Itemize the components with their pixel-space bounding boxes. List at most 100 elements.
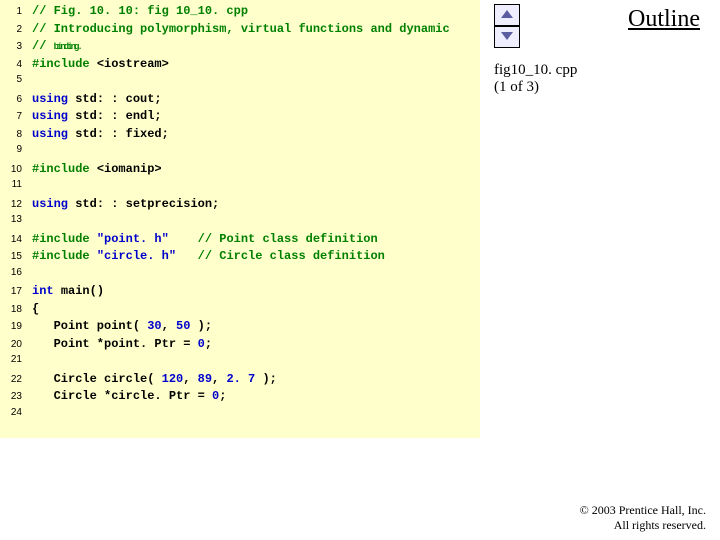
number: 30 (147, 319, 161, 333)
nav-buttons (494, 4, 520, 48)
comment: // Introducing polymorphism, virtual fun… (32, 22, 450, 36)
line-number: 16 (4, 267, 32, 278)
code-line: 15 #include "circle. h" // Circle class … (4, 249, 476, 267)
line-number: 18 (4, 304, 32, 315)
code-line: 17 int main() (4, 284, 476, 302)
code-text: int main() (32, 284, 104, 298)
line-number: 12 (4, 199, 32, 210)
right-panel: Outline fig10_10. cpp (1 of 3) © 2003 Pr… (480, 0, 720, 540)
chevron-up-icon (500, 6, 514, 24)
line-number: 14 (4, 234, 32, 245)
line-number: 2 (4, 24, 32, 35)
comment-overstrike: binding. (54, 42, 81, 52)
code-line: 18 { (4, 302, 476, 320)
code-ident: Point point( (32, 319, 147, 333)
code-text: Point point( 30, 50 ); (32, 319, 212, 333)
code-ident: , (212, 372, 226, 386)
code-line: 11 (4, 179, 476, 197)
code-line: 3 // binding. (4, 39, 476, 57)
line-number: 11 (4, 179, 32, 190)
line-number: 17 (4, 286, 32, 297)
code-text: // binding. (32, 39, 81, 53)
code-text: Circle *circle. Ptr = 0; (32, 389, 226, 403)
line-number: 4 (4, 59, 32, 70)
code-line: 24 (4, 407, 476, 425)
preproc: #include (32, 162, 97, 176)
code-text: #include <iostream> (32, 57, 169, 71)
code-line: 22 Circle circle( 120, 89, 2. 7 ); (4, 372, 476, 390)
comment: // Circle class definition (198, 249, 385, 263)
pad (176, 249, 198, 263)
slide: 1 // Fig. 10. 10: fig 10_10. cpp 2 // In… (0, 0, 720, 540)
line-number: 8 (4, 129, 32, 140)
number: 0 (198, 337, 205, 351)
line-number: 19 (4, 321, 32, 332)
line-number: 6 (4, 94, 32, 105)
code-line: 12 using std: : setprecision; (4, 197, 476, 215)
code-line: 10 #include <iomanip> (4, 162, 476, 180)
code-text: using std: : fixed; (32, 127, 169, 141)
page-indicator: (1 of 3) (494, 79, 539, 95)
code-ident: std: : endl; (75, 109, 161, 123)
code-line: 2 // Introducing polymorphism, virtual f… (4, 22, 476, 40)
code-line: 6 using std: : cout; (4, 92, 476, 110)
include-target: <iostream> (97, 57, 169, 71)
code-ident: std: : fixed; (75, 127, 169, 141)
code-ident: , (162, 319, 176, 333)
code-text: using std: : cout; (32, 92, 162, 106)
number: 2. 7 (226, 372, 255, 386)
code-line: 21 (4, 354, 476, 372)
include-target: <iomanip> (97, 162, 162, 176)
code-line: 23 Circle *circle. Ptr = 0; (4, 389, 476, 407)
keyword: int (32, 284, 61, 298)
code-line: 1 // Fig. 10. 10: fig 10_10. cpp (4, 4, 476, 22)
code-text: Circle circle( 120, 89, 2. 7 ); (32, 372, 277, 386)
comment: // Fig. 10. 10: fig 10_10. cpp (32, 4, 248, 18)
line-number: 24 (4, 407, 32, 418)
next-button[interactable] (494, 26, 520, 48)
code-text: Point *point. Ptr = 0; (32, 337, 212, 351)
number: 50 (176, 319, 190, 333)
file-name: fig10_10. cpp (494, 62, 577, 78)
code-text: #include "circle. h" // Circle class def… (32, 249, 385, 263)
line-number: 22 (4, 374, 32, 385)
code-ident: ); (190, 319, 212, 333)
code-text: #include "point. h" // Point class defin… (32, 232, 378, 246)
line-number: 5 (4, 74, 32, 85)
code-ident: std: : setprecision; (75, 197, 219, 211)
code-text: using std: : setprecision; (32, 197, 219, 211)
brace: { (32, 302, 39, 316)
keyword: using (32, 92, 75, 106)
line-number: 21 (4, 354, 32, 365)
preproc: #include (32, 57, 97, 71)
code-ident: main() (61, 284, 104, 298)
line-number: 20 (4, 339, 32, 350)
comment: // (32, 39, 54, 53)
outline-heading: Outline (628, 6, 700, 33)
string: "circle. h" (97, 249, 176, 263)
code-block: 1 // Fig. 10. 10: fig 10_10. cpp 2 // In… (0, 0, 480, 438)
code-ident: , (183, 372, 197, 386)
copyright-line2: All rights reserved. (580, 518, 706, 532)
keyword: using (32, 197, 75, 211)
line-number: 1 (4, 6, 32, 17)
number: 120 (162, 372, 184, 386)
line-number: 10 (4, 164, 32, 175)
code-line: 13 (4, 214, 476, 232)
code-ident: std: : cout; (75, 92, 161, 106)
code-ident: ); (255, 372, 277, 386)
line-number: 15 (4, 251, 32, 262)
code-line: 19 Point point( 30, 50 ); (4, 319, 476, 337)
line-number: 9 (4, 144, 32, 155)
code-ident: Point *point. Ptr = (32, 337, 198, 351)
copyright-line1: © 2003 Prentice Hall, Inc. (580, 503, 706, 517)
prev-button[interactable] (494, 4, 520, 26)
line-number: 3 (4, 41, 32, 52)
line-number: 13 (4, 214, 32, 225)
line-number: 7 (4, 111, 32, 122)
string: "point. h" (97, 232, 169, 246)
chevron-down-icon (500, 28, 514, 46)
code-ident: ; (205, 337, 212, 351)
code-line: 20 Point *point. Ptr = 0; (4, 337, 476, 355)
comment: // Point class definition (198, 232, 378, 246)
